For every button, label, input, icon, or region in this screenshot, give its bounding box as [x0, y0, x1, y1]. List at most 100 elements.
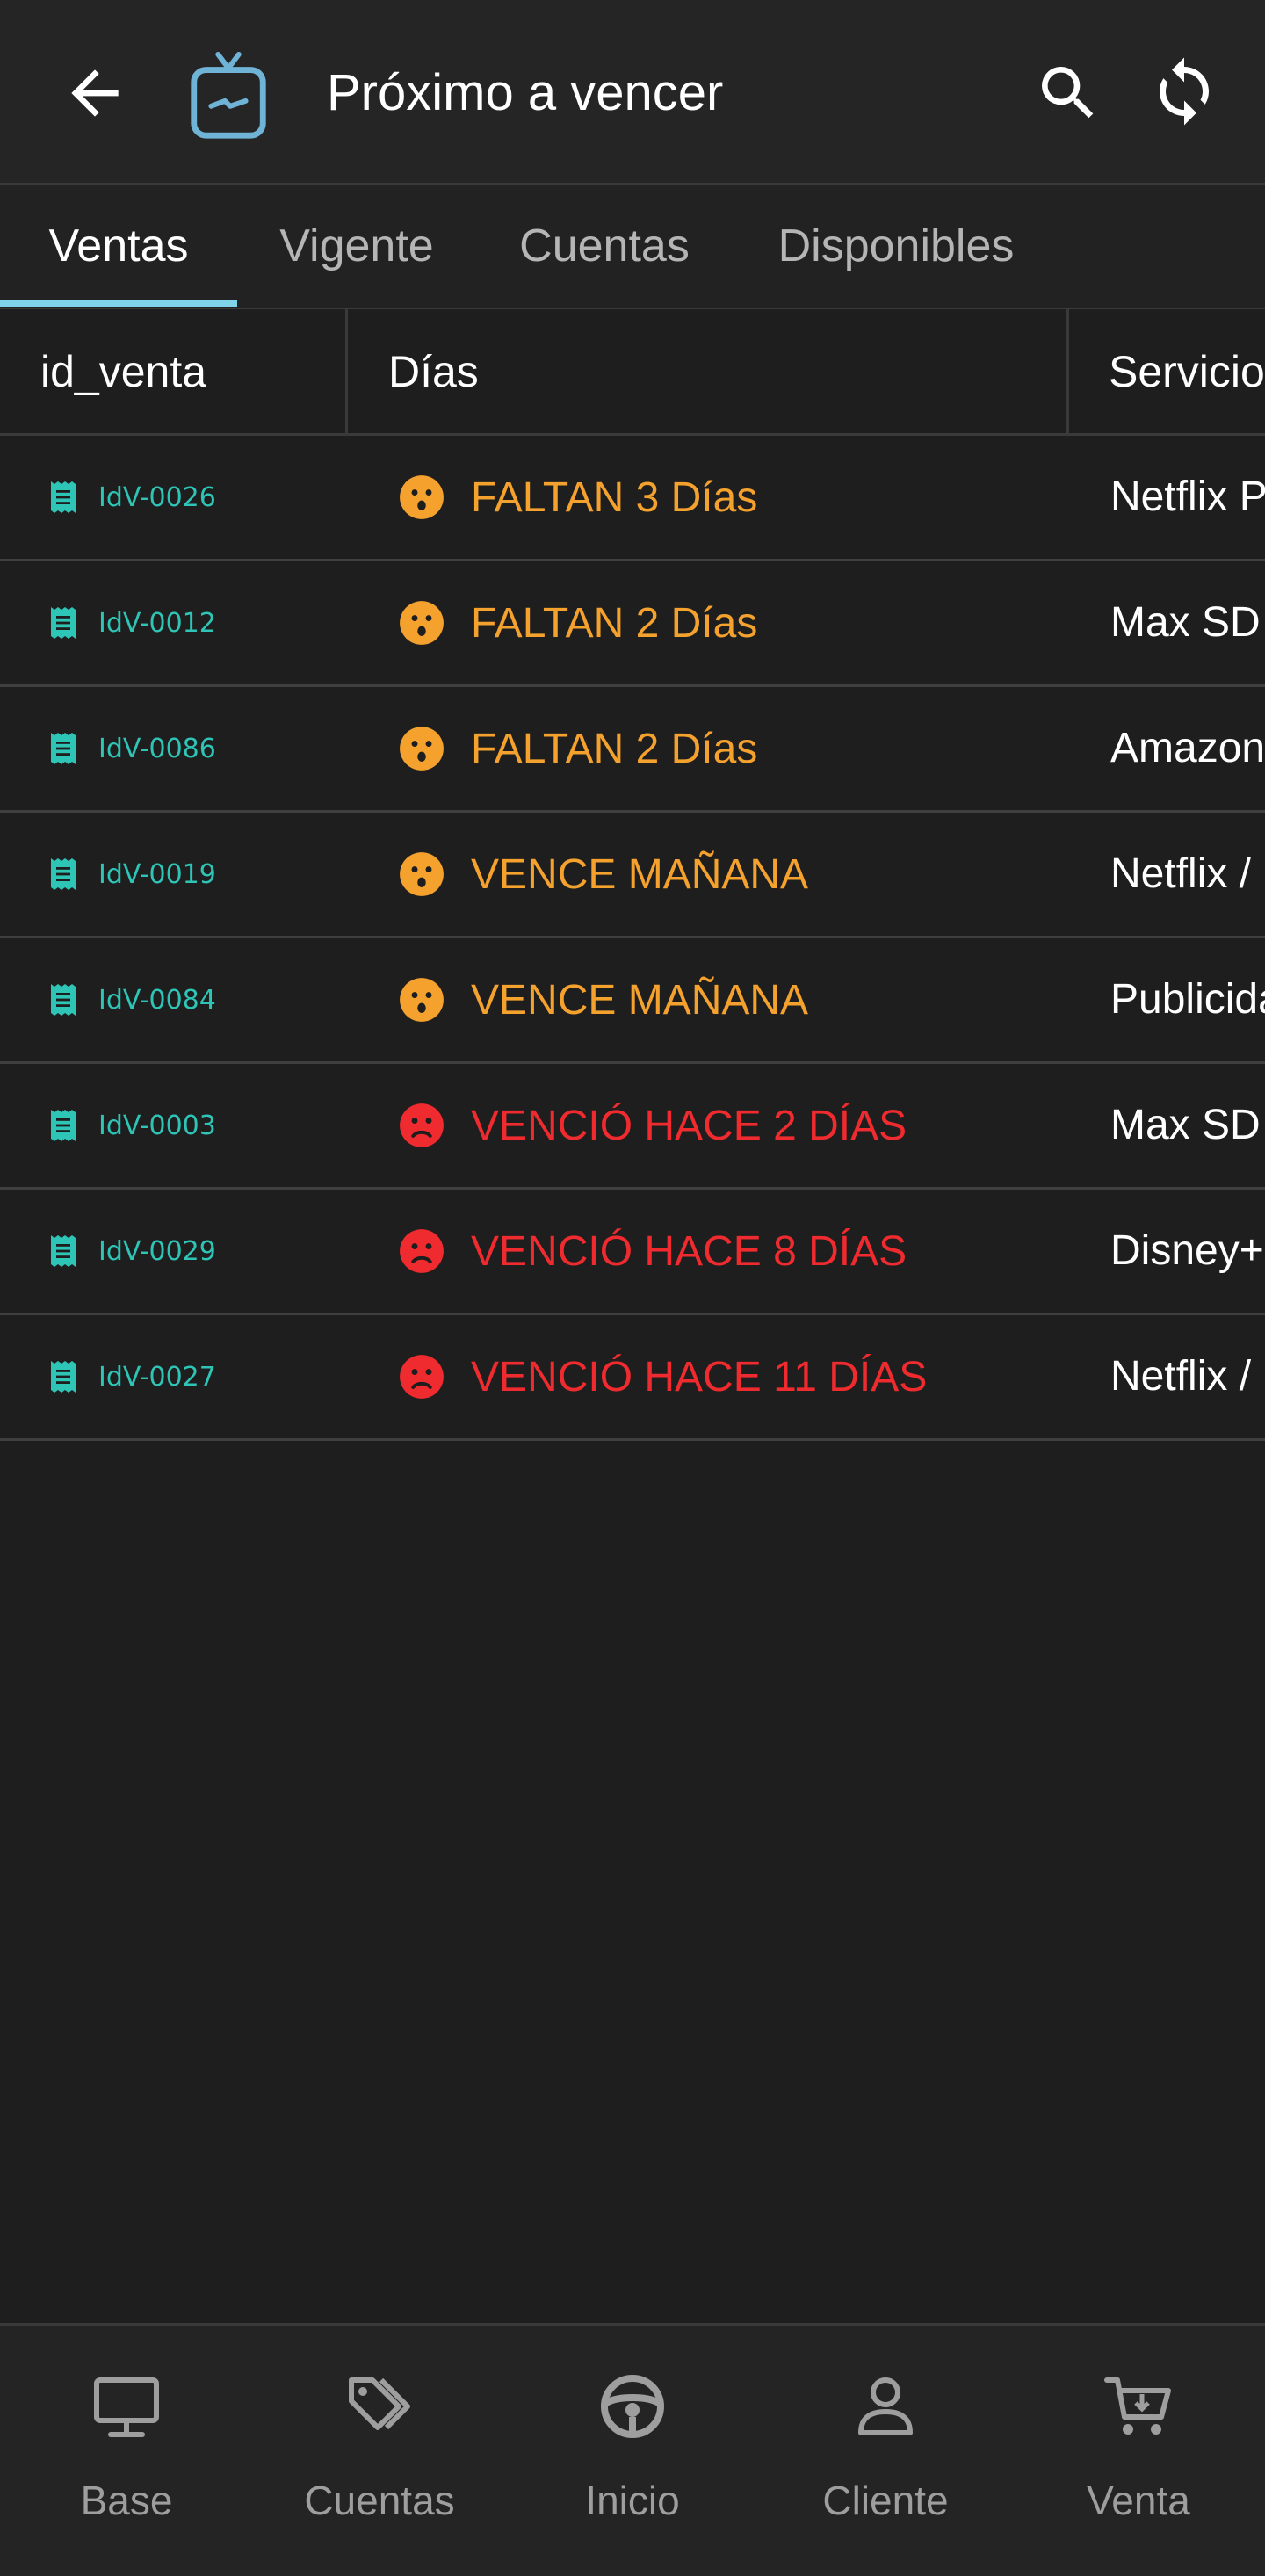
sale-id: IdV-0003	[98, 1110, 216, 1141]
nav-label: Base	[80, 2478, 173, 2523]
sale-id: IdV-0084	[98, 984, 216, 1016]
days-status-text: VENCIÓ HACE 11 DÍAS	[471, 1353, 928, 1400]
cell-servicio: Netflix / Max	[1110, 850, 1265, 897]
cell-servicio: Netflix Premium	[1110, 474, 1265, 520]
days-status-text: VENCIÓ HACE 8 DÍAS	[471, 1227, 907, 1275]
sale-id: IdV-0027	[98, 1361, 216, 1393]
sale-id: IdV-0086	[98, 733, 216, 764]
cell-id-venta[interactable]: IdV-0026	[49, 436, 216, 559]
cell-id-venta[interactable]: IdV-0012	[49, 561, 216, 684]
nav-item-inicio[interactable]: Inicio	[506, 2326, 759, 2576]
table-row[interactable]: IdV-0019 VENCE MAÑANA Netflix / Max	[0, 813, 1265, 938]
receipt-icon	[51, 481, 76, 513]
nav-label: Cuentas	[304, 2478, 455, 2523]
user-icon	[858, 2377, 913, 2435]
cell-id-venta[interactable]: IdV-0003	[49, 1064, 216, 1187]
nav-item-cuentas[interactable]: Cuentas	[253, 2326, 506, 2576]
table-row[interactable]: IdV-0026 FALTAN 3 Días Netflix Premium	[0, 436, 1265, 561]
days-status-text: FALTAN 3 Días	[471, 474, 758, 521]
nav-item-base[interactable]: Base	[0, 2326, 253, 2576]
bottom-navigation: Base Cuentas Inicio Cliente Venta	[0, 2323, 1265, 2576]
receipt-icon	[51, 733, 76, 764]
cart-icon	[1104, 2377, 1171, 2435]
cell-servicio: Max SD	[1110, 1102, 1261, 1148]
surprised-face-icon	[400, 978, 444, 1022]
cell-dias: VENCE MAÑANA	[399, 813, 808, 936]
page-title: Próximo a vencer	[327, 64, 724, 121]
surprised-face-icon	[400, 601, 444, 645]
table-row[interactable]: IdV-0084 VENCE MAÑANA Publicidad	[0, 938, 1265, 1064]
tags-icon	[349, 2377, 410, 2430]
tab-disponibles[interactable]: Disponibles	[755, 185, 1037, 308]
monitor-icon	[94, 2377, 159, 2437]
sad-face-icon	[400, 1229, 444, 1273]
cell-servicio: Disney+	[1110, 1227, 1264, 1274]
table-header: id_venta Días Servicio	[0, 309, 1265, 436]
cell-id-venta[interactable]: IdV-0086	[49, 687, 216, 810]
column-header-servicio[interactable]: Servicio	[1109, 309, 1265, 434]
sync-icon[interactable]	[1147, 54, 1221, 128]
cell-dias: VENCIÓ HACE 11 DÍAS	[399, 1315, 927, 1438]
days-status-text: VENCIÓ HACE 2 DÍAS	[471, 1102, 907, 1149]
cell-dias: VENCIÓ HACE 8 DÍAS	[399, 1190, 907, 1313]
days-status-text: VENCE MAÑANA	[471, 976, 809, 1024]
sad-face-icon	[400, 1103, 444, 1147]
column-header-id-venta[interactable]: id_venta	[40, 309, 206, 434]
sad-face-icon	[400, 1355, 444, 1399]
nav-label: Inicio	[585, 2478, 680, 2523]
table-row[interactable]: IdV-0086 FALTAN 2 Días Amazon Prime	[0, 687, 1265, 813]
surprised-face-icon	[400, 852, 444, 896]
cell-dias: FALTAN 3 Días	[399, 436, 757, 559]
nav-item-cliente[interactable]: Cliente	[759, 2326, 1012, 2576]
tv-icon	[191, 51, 266, 139]
cell-servicio: Netflix / Max	[1110, 1353, 1265, 1400]
search-icon[interactable]	[1033, 58, 1103, 128]
column-divider[interactable]	[345, 309, 348, 434]
cell-dias: FALTAN 2 Días	[399, 687, 757, 810]
cell-servicio: Max SD	[1110, 599, 1261, 646]
cell-servicio: Amazon Prime	[1110, 725, 1265, 771]
nav-item-venta[interactable]: Venta	[1012, 2326, 1265, 2576]
arrow-left-icon[interactable]	[60, 58, 130, 128]
table-row[interactable]: IdV-0003 VENCIÓ HACE 2 DÍAS Max SD	[0, 1064, 1265, 1190]
cell-id-venta[interactable]: IdV-0029	[49, 1190, 216, 1313]
tab-bar: Ventas Vigente Cuentas Disponibles	[0, 185, 1265, 309]
receipt-icon	[51, 984, 76, 1016]
table-row[interactable]: IdV-0027 VENCIÓ HACE 11 DÍAS Netflix / Max	[0, 1315, 1265, 1441]
cell-servicio: Publicidad	[1110, 976, 1265, 1023]
days-status-text: FALTAN 2 Días	[471, 725, 758, 772]
table-row[interactable]: IdV-0012 FALTAN 2 Días Max SD	[0, 561, 1265, 687]
surprised-face-icon	[400, 727, 444, 771]
surprised-face-icon	[400, 475, 444, 519]
receipt-icon	[51, 1235, 76, 1267]
table-row[interactable]: IdV-0029 VENCIÓ HACE 8 DÍAS Disney+	[0, 1190, 1265, 1315]
column-header-dias[interactable]: Días	[388, 309, 479, 434]
receipt-icon	[51, 607, 76, 639]
sales-table: id_venta Días Servicio IdV-0026 FALTAN 3 …	[0, 309, 1265, 1441]
cell-id-venta[interactable]: IdV-0019	[49, 813, 216, 936]
nav-label: Venta	[1087, 2478, 1190, 2523]
cell-id-venta[interactable]: IdV-0084	[49, 938, 216, 1061]
column-divider[interactable]	[1066, 309, 1069, 434]
receipt-icon	[51, 858, 76, 890]
cell-dias: VENCIÓ HACE 2 DÍAS	[399, 1064, 907, 1187]
cell-id-venta[interactable]: IdV-0027	[49, 1315, 216, 1438]
days-status-text: VENCE MAÑANA	[471, 850, 809, 898]
days-status-text: FALTAN 2 Días	[471, 599, 758, 647]
sale-id: IdV-0026	[98, 481, 216, 513]
receipt-icon	[51, 1110, 76, 1141]
sale-id: IdV-0029	[98, 1235, 216, 1267]
tab-cuentas[interactable]: Cuentas	[501, 185, 708, 308]
receipt-icon	[51, 1361, 76, 1393]
cell-dias: FALTAN 2 Días	[399, 561, 757, 684]
tab-vigente[interactable]: Vigente	[255, 185, 459, 308]
sale-id: IdV-0012	[98, 607, 216, 639]
sale-id: IdV-0019	[98, 858, 216, 890]
cell-dias: VENCE MAÑANA	[399, 938, 808, 1061]
nav-label: Cliente	[822, 2478, 949, 2523]
tab-ventas[interactable]: Ventas	[0, 185, 237, 308]
steering-wheel-icon	[601, 2375, 664, 2438]
active-tab-indicator	[0, 300, 237, 307]
table-body: IdV-0026FALTAN 3 DíasNetflix PremiumIdV-…	[0, 436, 1265, 1441]
top-app-bar: Próximo a vencer	[0, 0, 1265, 185]
